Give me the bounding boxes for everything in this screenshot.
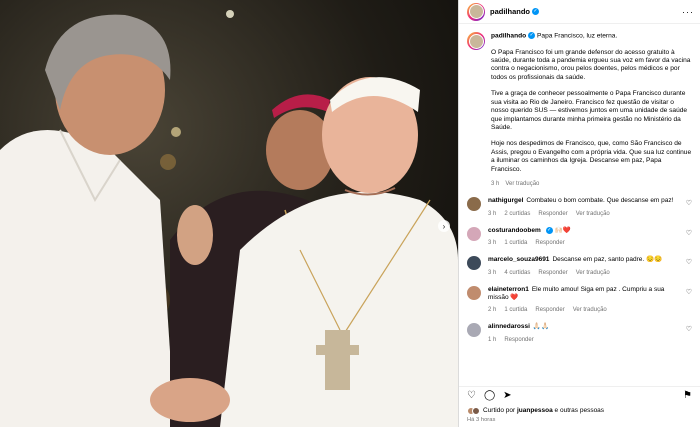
comment-username[interactable]: nathigurgel (488, 197, 523, 204)
heart-icon[interactable]: ♡ (686, 288, 692, 296)
avatar[interactable] (467, 285, 481, 300)
chevron-right-icon[interactable]: › (438, 220, 450, 232)
comment-likes[interactable]: 1 curtida (504, 240, 527, 246)
more-options-icon[interactable]: ··· (682, 7, 694, 17)
reply-button[interactable]: Responder (538, 211, 567, 217)
comment-username[interactable]: alinnedarossi (488, 323, 530, 330)
reply-button[interactable]: Responder (538, 270, 567, 276)
comment-likes[interactable]: 4 curtidas (504, 270, 530, 276)
post-panel: padilhando ✓ ··· padilhando ✓ Papa Franci… (458, 0, 700, 427)
comment-item: alinnedarossi 🙏🏻🙏🏻 1 h Responder ♡ (467, 323, 692, 343)
caption-time: 3 h (491, 180, 500, 187)
photo-illustration (0, 10, 458, 427)
see-translation-link[interactable]: Ver tradução (576, 211, 610, 217)
heart-icon[interactable]: ♡ (686, 258, 692, 266)
post-actions: ♡ ◯ ➤ ⚑ (459, 386, 700, 404)
comment-item: costurandoobem ✓ 🙌🏻❤️ 3 h 1 curtida Respond… (467, 226, 692, 248)
comment-likes[interactable]: 2 curtidas (504, 211, 530, 217)
caption-title: Papa Francisco, luz eterna. (537, 32, 618, 40)
see-translation-link[interactable]: Ver tradução (505, 181, 539, 187)
share-icon[interactable]: ➤ (503, 390, 511, 401)
avatar[interactable] (467, 323, 481, 338)
avatar[interactable] (467, 256, 481, 271)
comment-item: elaineterron1 Ele muito amou! Siga em paz… (467, 285, 692, 315)
bookmark-icon[interactable]: ⚑ (683, 390, 692, 401)
heart-icon[interactable]: ♡ (686, 325, 692, 333)
verified-badge-icon: ✓ (528, 32, 536, 39)
caption-avatar[interactable] (467, 32, 485, 50)
header-username[interactable]: padilhando (490, 7, 530, 16)
caption-paragraph: O Papa Francisco foi um grande defensor … (491, 48, 691, 81)
post-header: padilhando ✓ ··· (459, 0, 700, 24)
comment-text: Combateu o bom combate. Que descanse em … (526, 197, 674, 205)
comment-item: marcelo_souza9691 Descanse em paz, santo … (467, 256, 692, 276)
comment-time: 3 h (488, 240, 497, 247)
avatar (472, 406, 480, 415)
comment-likes[interactable]: 1 curtida (504, 307, 527, 313)
comment-text: 🙏🏻🙏🏻 (532, 323, 550, 331)
comment-time: 1 h (488, 336, 497, 343)
verified-badge-icon: ✓ (532, 8, 539, 15)
comment-item: nathigurgel Combateu o bom combate. Que d… (467, 197, 692, 217)
heart-icon[interactable]: ♡ (686, 199, 692, 207)
liked-by-suffix[interactable]: e outras pessoas (555, 407, 605, 414)
caption-paragraph: Hoje nos despedimos de Francisco, que, c… (491, 140, 692, 173)
posted-ago: Há 3 horas (467, 417, 496, 423)
caption-paragraph: Tive a graça de conhecer pessoalmente o … (491, 90, 688, 131)
comment-time: 3 h (488, 210, 497, 217)
heart-icon[interactable]: ♡ (467, 390, 476, 401)
verified-badge-icon: ✓ (545, 226, 553, 234)
comment-icon[interactable]: ◯ (484, 390, 495, 401)
comment-time: 3 h (488, 269, 497, 276)
see-translation-link[interactable]: Ver tradução (576, 270, 610, 276)
comment-username[interactable]: marcelo_souza9691 (488, 256, 549, 263)
reply-button[interactable]: Responder (535, 307, 564, 313)
liked-by-user[interactable]: juanpessoa (517, 407, 553, 414)
reply-button[interactable]: Responder (504, 337, 533, 343)
comment-text: 🙌🏻❤️ (554, 226, 571, 234)
comment-text: Descanse em paz, santo padre. 😔😔 (552, 256, 663, 264)
liked-by-prefix: Curtido por (483, 407, 516, 414)
comment-time: 2 h (488, 307, 497, 314)
see-translation-link[interactable]: Ver tradução (573, 307, 607, 313)
reply-button[interactable]: Responder (535, 240, 564, 246)
liked-by: Curtido por juanpessoa e outras pessoas (459, 404, 700, 417)
avatar[interactable] (467, 197, 481, 212)
avatar[interactable] (467, 226, 481, 241)
comments-scroll[interactable]: padilhando ✓ Papa Francisco, luz eterna. … (459, 24, 700, 386)
heart-icon[interactable]: ♡ (686, 229, 692, 237)
caption: padilhando ✓ Papa Francisco, luz eterna. … (467, 32, 692, 188)
comment-username[interactable]: costurandoobem (488, 227, 541, 234)
avatar[interactable] (467, 2, 485, 21)
comment-username[interactable]: elaineterron1 (488, 286, 529, 293)
post-photo: › (0, 0, 458, 427)
caption-username[interactable]: padilhando (491, 32, 526, 39)
